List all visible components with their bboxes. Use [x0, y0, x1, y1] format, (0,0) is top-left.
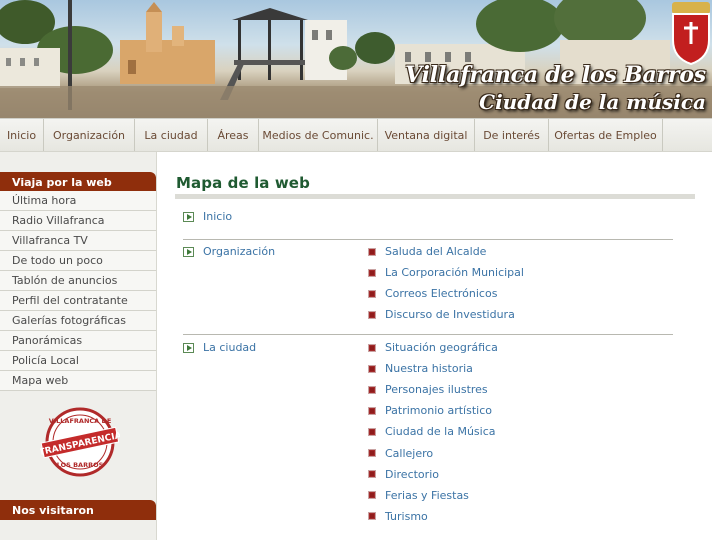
- play-arrow-icon: [183, 246, 194, 257]
- square-bullet-icon: [368, 289, 376, 298]
- section-label: Organización: [203, 245, 276, 258]
- link-label: Saluda del Alcalde: [385, 245, 487, 259]
- square-bullet-icon: [368, 512, 376, 521]
- sitemap-link-discurso[interactable]: Discurso de Investidura: [368, 304, 524, 325]
- nav-item-medios[interactable]: Medios de Comunic.: [259, 119, 378, 151]
- square-bullet-icon: [368, 470, 376, 479]
- link-label: La Corporación Municipal: [385, 266, 524, 280]
- nav-item-organizacion[interactable]: Organización: [44, 119, 135, 151]
- coat-of-arms-icon: [672, 2, 710, 66]
- banner-subtitle: Ciudad de la música: [479, 90, 706, 114]
- link-label: Correos Electrónicos: [385, 287, 498, 301]
- link-label: Personajes ilustres: [385, 383, 488, 397]
- sidebar: Viaja por la web Última hora Radio Villa…: [0, 152, 157, 540]
- sitemap-link-historia[interactable]: Nuestra historia: [368, 358, 498, 379]
- sitemap-link-correos[interactable]: Correos Electrónicos: [368, 283, 524, 304]
- main-navigation: Inicio Organización La ciudad Áreas Medi…: [0, 118, 712, 152]
- nav-item-areas[interactable]: Áreas: [208, 119, 259, 151]
- section-label: Inicio: [203, 210, 233, 223]
- link-label: Ciudad de la Música: [385, 425, 496, 439]
- section-divider: [183, 239, 673, 240]
- visitors-heading: Nos visitaron: [0, 500, 156, 520]
- nav-item-de-interes[interactable]: De interés: [475, 119, 549, 151]
- sidebar-item-radio[interactable]: Radio Villafranca: [0, 211, 156, 231]
- play-arrow-icon: [183, 211, 194, 222]
- sidebar-heading: Viaja por la web: [0, 172, 156, 192]
- section-divider: [183, 334, 673, 335]
- banner-title: Villafranca de los Barros: [405, 62, 706, 88]
- sidebar-menu: Última hora Radio Villafranca Villafranc…: [0, 191, 156, 391]
- play-arrow-icon: [183, 342, 194, 353]
- square-bullet-icon: [368, 406, 376, 415]
- organizacion-links: Saluda del Alcalde La Corporación Munici…: [368, 241, 524, 325]
- sidebar-item-policia[interactable]: Policía Local: [0, 351, 156, 371]
- square-bullet-icon: [368, 310, 376, 319]
- square-bullet-icon: [368, 268, 376, 277]
- link-label: Directorio: [385, 467, 439, 481]
- nav-item-la-ciudad[interactable]: La ciudad: [135, 119, 208, 151]
- sitemap-link-situacion[interactable]: Situación geográfica: [368, 337, 498, 358]
- nav-item-ventana-digital[interactable]: Ventana digital: [378, 119, 475, 151]
- sidebar-item-perfil-contratante[interactable]: Perfil del contratante: [0, 291, 156, 311]
- sitemap-link-organizacion[interactable]: Organización: [183, 245, 275, 258]
- sidebar-item-galerias[interactable]: Galerías fotográficas: [0, 311, 156, 331]
- square-bullet-icon: [368, 247, 376, 256]
- transparency-seal-logo[interactable]: VILLAFRANCA DE TRANSPARENCIA LOS BARROS: [40, 406, 120, 478]
- square-bullet-icon: [368, 343, 376, 352]
- sitemap-link-la-ciudad[interactable]: La ciudad: [183, 341, 256, 354]
- link-label: Discurso de Investidura: [385, 308, 515, 322]
- square-bullet-icon: [368, 449, 376, 458]
- sitemap-link-ferias[interactable]: Ferias y Fiestas: [368, 485, 498, 506]
- section-label: La ciudad: [203, 341, 257, 354]
- header-banner: Villafranca de los Barros Ciudad de la m…: [0, 0, 712, 118]
- title-divider: [175, 194, 695, 199]
- sidebar-item-ultima-hora[interactable]: Última hora: [0, 191, 156, 211]
- square-bullet-icon: [368, 385, 376, 394]
- square-bullet-icon: [368, 491, 376, 500]
- sitemap-link-corporacion[interactable]: La Corporación Municipal: [368, 262, 524, 283]
- sitemap-link-callejero[interactable]: Callejero: [368, 442, 498, 463]
- sidebar-item-de-todo[interactable]: De todo un poco: [0, 251, 156, 271]
- sitemap-link-directorio[interactable]: Directorio: [368, 464, 498, 485]
- square-bullet-icon: [368, 364, 376, 373]
- sitemap-link-patrimonio[interactable]: Patrimonio artístico: [368, 400, 498, 421]
- sitemap-link-personajes[interactable]: Personajes ilustres: [368, 379, 498, 400]
- seal-top-text: VILLAFRANCA DE: [49, 417, 112, 425]
- sidebar-item-mapa-web[interactable]: Mapa web: [0, 371, 156, 391]
- page-title: Mapa de la web: [176, 174, 310, 192]
- square-bullet-icon: [368, 427, 376, 436]
- link-label: Turismo: [385, 509, 428, 523]
- nav-item-ofertas-empleo[interactable]: Ofertas de Empleo: [549, 119, 663, 151]
- link-label: Ferias y Fiestas: [385, 488, 469, 502]
- link-label: Situación geográfica: [385, 341, 498, 355]
- sitemap-link-ciudad-musica[interactable]: Ciudad de la Música: [368, 421, 498, 442]
- sidebar-item-tv[interactable]: Villafranca TV: [0, 231, 156, 251]
- sitemap-link-inicio[interactable]: Inicio: [183, 210, 232, 223]
- seal-bottom-text: LOS BARROS: [57, 461, 104, 469]
- main-content: Mapa de la web Inicio Organización Salud…: [175, 152, 705, 540]
- link-label: Nuestra historia: [385, 362, 473, 376]
- la-ciudad-links: Situación geográfica Nuestra historia Pe…: [368, 337, 498, 527]
- sidebar-item-panoramicas[interactable]: Panorámicas: [0, 331, 156, 351]
- sitemap-link-turismo[interactable]: Turismo: [368, 506, 498, 527]
- link-label: Callejero: [385, 446, 434, 460]
- sitemap-link-saluda-alcalde[interactable]: Saluda del Alcalde: [368, 241, 524, 262]
- link-label: Patrimonio artístico: [385, 404, 492, 418]
- nav-item-inicio[interactable]: Inicio: [0, 119, 44, 151]
- sidebar-item-tablon[interactable]: Tablón de anuncios: [0, 271, 156, 291]
